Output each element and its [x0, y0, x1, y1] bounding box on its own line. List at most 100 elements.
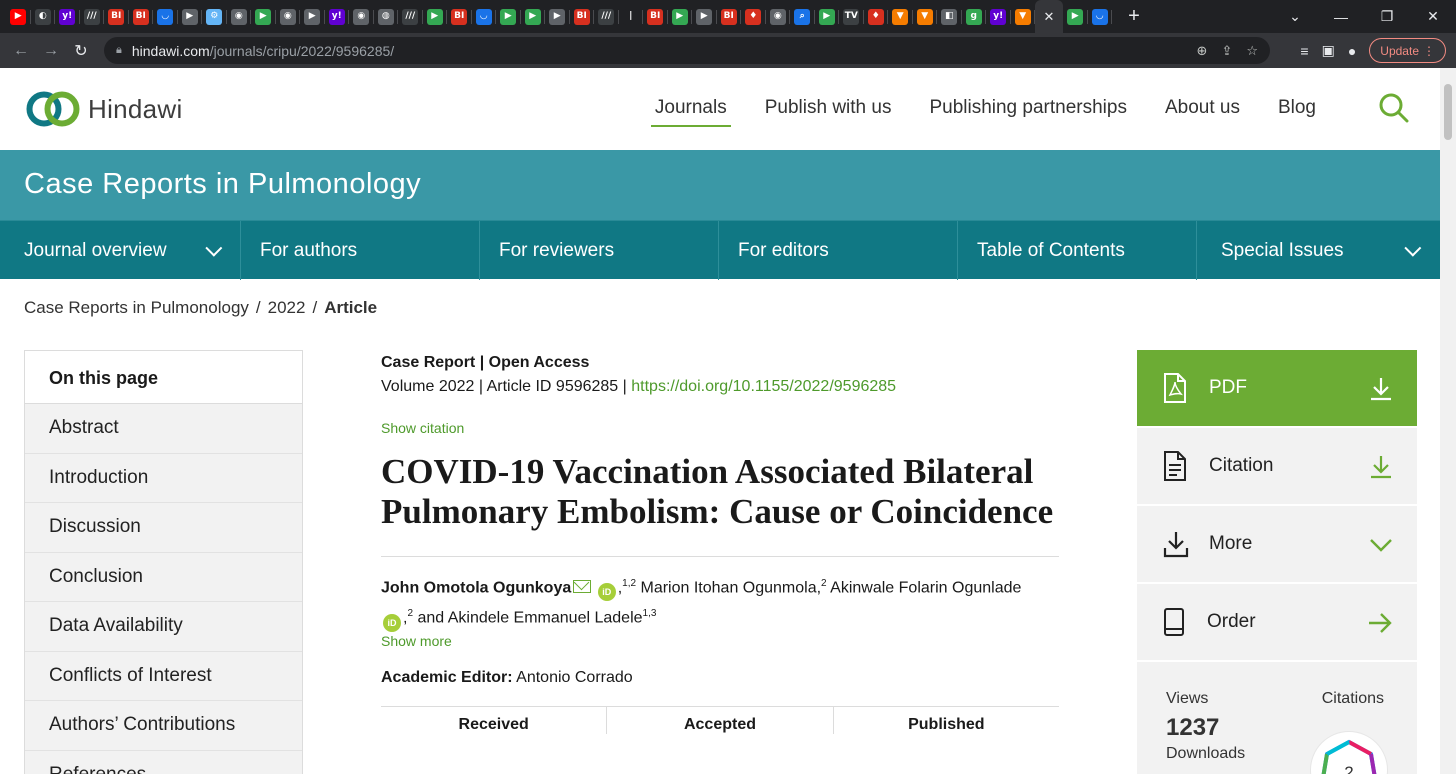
browser-tab[interactable]: ◡ — [1088, 0, 1113, 33]
author-3[interactable]: Akinwale Folarin Ogunlade — [830, 579, 1021, 596]
browser-tab[interactable]: BI — [129, 0, 154, 33]
browser-tab[interactable]: /// — [80, 0, 105, 33]
browser-tab[interactable]: BI — [104, 0, 129, 33]
nav-publish[interactable]: Publish with us — [765, 97, 892, 127]
browser-tab[interactable]: ▶ — [300, 0, 325, 33]
reload-icon[interactable]: ↻ — [66, 41, 96, 61]
subnav-special-issues[interactable]: Special Issues — [1197, 221, 1439, 280]
page-scrollbar[interactable] — [1440, 68, 1456, 774]
browser-tab[interactable]: ⚙ — [202, 0, 227, 33]
doi-link[interactable]: https://doi.org/10.1155/2022/9596285 — [631, 378, 896, 395]
browser-tab[interactable]: ▶ — [545, 0, 570, 33]
subnav-journal-overview[interactable]: Journal overview — [0, 221, 241, 280]
browser-tab[interactable]: ⌕ — [790, 0, 815, 33]
toc-item-discussion[interactable]: Discussion — [25, 503, 302, 553]
toc-item-data-availability[interactable]: Data Availability — [25, 602, 302, 652]
browser-tab[interactable]: y! — [55, 0, 80, 33]
profile-icon[interactable]: ● — [1348, 43, 1356, 59]
browser-tab[interactable]: ▼ — [888, 0, 913, 33]
back-icon[interactable]: ← — [6, 42, 36, 60]
breadcrumb-journal[interactable]: Case Reports in Pulmonology — [24, 298, 249, 317]
browser-tab[interactable]: BI — [643, 0, 668, 33]
browser-tab[interactable]: g — [962, 0, 987, 33]
lock-icon[interactable]: 🔒︎ — [116, 44, 122, 57]
browser-tab[interactable]: ◉ — [227, 0, 252, 33]
citation-button[interactable]: Citation — [1137, 428, 1417, 504]
browser-tab[interactable]: ◧ — [937, 0, 962, 33]
hindawi-logo[interactable]: Hindawi — [24, 86, 183, 132]
browser-tab[interactable]: BI — [447, 0, 472, 33]
browser-tab[interactable]: ▶ — [6, 0, 31, 33]
nav-journals[interactable]: Journals — [650, 97, 731, 127]
browser-tab[interactable]: ▼ — [913, 0, 938, 33]
browser-tab[interactable]: ▶ — [1063, 0, 1088, 33]
scrollbar-thumb[interactable] — [1444, 84, 1452, 140]
browser-tab[interactable]: ◡ — [153, 0, 178, 33]
restore-icon[interactable]: ❐ — [1364, 8, 1410, 25]
show-citation-link[interactable]: Show citation — [381, 420, 1059, 436]
toc-item-conflicts[interactable]: Conflicts of Interest — [25, 651, 302, 701]
author-4[interactable]: and Akindele Emmanuel Ladele — [417, 610, 642, 627]
author-1[interactable]: John Omotola Ogunkoya — [381, 579, 571, 596]
active-browser-tab[interactable]: ✕ — [1035, 0, 1063, 33]
toc-item-abstract[interactable]: Abstract — [25, 404, 302, 454]
browser-tab[interactable]: ▶ — [815, 0, 840, 33]
reading-list-icon[interactable]: ≡ — [1300, 43, 1308, 59]
subnav-for-editors[interactable]: For editors — [719, 221, 958, 280]
breadcrumb-year[interactable]: 2022 — [268, 298, 306, 317]
browser-tab[interactable]: ▶ — [496, 0, 521, 33]
browser-tab[interactable]: y! — [325, 0, 350, 33]
address-bar[interactable]: 🔒︎ hindawi.com/journals/cripu/2022/95962… — [104, 37, 1270, 64]
subnav-for-reviewers[interactable]: For reviewers — [480, 221, 719, 280]
browser-tab[interactable]: ♦ — [741, 0, 766, 33]
browser-tab[interactable]: /// — [398, 0, 423, 33]
forward-icon[interactable]: → — [36, 42, 66, 60]
browser-tab[interactable]: | — [619, 0, 644, 33]
browser-tab[interactable]: ◍ — [374, 0, 399, 33]
nav-blog[interactable]: Blog — [1278, 97, 1316, 127]
pdf-button[interactable]: PDF — [1137, 350, 1417, 426]
zoom-icon[interactable]: ⊕ — [1197, 43, 1208, 59]
search-icon[interactable] — [1378, 92, 1410, 129]
browser-tab[interactable]: TV — [839, 0, 864, 33]
subnav-table-of-contents[interactable]: Table of Contents — [958, 221, 1197, 280]
browser-tab[interactable]: BI — [717, 0, 742, 33]
show-more-link[interactable]: Show more — [381, 633, 1059, 649]
subnav-for-authors[interactable]: For authors — [241, 221, 480, 280]
browser-tab[interactable]: y! — [986, 0, 1011, 33]
browser-tab[interactable]: ▶ — [668, 0, 693, 33]
bookmark-star-icon[interactable]: ☆ — [1246, 43, 1258, 59]
browser-tab[interactable]: ◉ — [349, 0, 374, 33]
browser-tab[interactable]: ▼ — [1011, 0, 1036, 33]
browser-tab[interactable]: ▶ — [521, 0, 546, 33]
dimensions-badge[interactable]: 2 — [1311, 732, 1387, 774]
nav-about[interactable]: About us — [1165, 97, 1240, 127]
browser-tab[interactable]: ▶ — [251, 0, 276, 33]
toc-item-conclusion[interactable]: Conclusion — [25, 552, 302, 602]
email-icon[interactable] — [573, 580, 592, 594]
browser-tab[interactable]: ▶ — [423, 0, 448, 33]
browser-tab[interactable]: /// — [594, 0, 619, 33]
toc-item-contributions[interactable]: Authors’ Contributions — [25, 701, 302, 751]
toc-item-introduction[interactable]: Introduction — [25, 453, 302, 503]
side-panel-icon[interactable]: ▣ — [1322, 42, 1335, 59]
browser-tab[interactable]: ◉ — [276, 0, 301, 33]
orcid-icon[interactable]: iD — [597, 583, 616, 602]
tab-search-icon[interactable]: ⌄ — [1272, 8, 1318, 25]
close-tab-icon[interactable]: ✕ — [1044, 9, 1055, 25]
nav-partnerships[interactable]: Publishing partnerships — [929, 97, 1127, 127]
browser-tab[interactable]: ▶ — [692, 0, 717, 33]
close-window-icon[interactable]: ✕ — [1410, 8, 1456, 25]
update-button[interactable]: Update ⋮ — [1369, 38, 1446, 63]
order-button[interactable]: Order — [1137, 584, 1417, 660]
browser-tab[interactable]: ▶ — [178, 0, 203, 33]
more-button[interactable]: More — [1137, 506, 1417, 582]
browser-tab[interactable]: ◐ — [31, 0, 56, 33]
browser-tab[interactable]: BI — [570, 0, 595, 33]
browser-tab[interactable]: ♦ — [864, 0, 889, 33]
browser-tab[interactable]: ◡ — [472, 0, 497, 33]
author-2[interactable]: Marion Itohan Ogunmola, — [641, 579, 822, 596]
browser-tab[interactable]: ◉ — [766, 0, 791, 33]
minimize-icon[interactable]: — — [1318, 9, 1364, 25]
toc-item-references[interactable]: References — [25, 750, 302, 774]
